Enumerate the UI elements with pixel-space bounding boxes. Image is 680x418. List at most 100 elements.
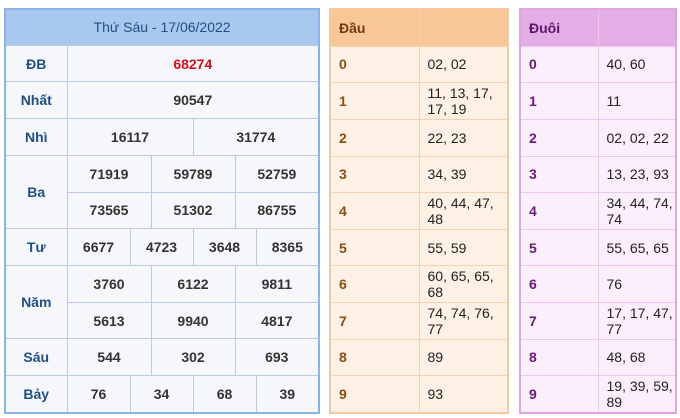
prize-row-g7: Bảy 76 34 68 39 — [4, 375, 320, 414]
duoi-key: 5 — [520, 229, 599, 267]
prize-value: 4723 — [129, 228, 194, 267]
dau-row: 4 40, 44, 47, 48 — [330, 192, 508, 230]
prize-row-g1: Nhất 90547 — [4, 81, 320, 120]
prize-label: Tư — [4, 228, 68, 267]
dau-header-blank — [419, 9, 508, 47]
prize-value: 5613 — [66, 301, 152, 340]
dau-key: 7 — [330, 302, 420, 340]
duoi-value: 17, 17, 47, 77 — [598, 302, 676, 340]
duoi-value: 34, 44, 74, 74 — [598, 192, 676, 230]
prize-value: 34 — [129, 375, 194, 414]
duoi-key: 2 — [520, 119, 599, 157]
special-prize-value: 68274 — [66, 44, 320, 83]
prize-label: Năm — [4, 265, 68, 340]
prize-label: Sáu — [4, 338, 68, 377]
prize-value: 3760 — [66, 265, 152, 303]
prize-row-g5: Năm 3760 6122 9811 — [4, 265, 320, 340]
dau-row: 6 60, 65, 65, 68 — [330, 265, 508, 304]
dau-value: 60, 65, 65, 68 — [419, 265, 508, 304]
dau-value: 22, 23 — [419, 119, 508, 157]
prize-value: 68 — [192, 375, 257, 414]
prize-value: 9940 — [150, 301, 236, 340]
duoi-row: 9 19, 39, 59, 89 — [520, 375, 676, 414]
dau-value: 02, 02 — [419, 46, 508, 84]
dau-key: 6 — [330, 265, 420, 304]
prize-value: 6122 — [150, 265, 236, 303]
duoi-row: 8 48, 68 — [520, 339, 676, 377]
dau-table: Đầu 0 02, 02 1 11, 13, 17, 17, 19 2 22, 23 … — [329, 8, 509, 414]
dau-key: 0 — [330, 46, 420, 84]
prize-value: 71919 — [66, 154, 152, 193]
prize-value: 16117 — [66, 118, 194, 156]
duoi-table: Đuôi 0 40, 60 1 11 2 02, 02, 22 3 13, 23, 93… — [519, 8, 677, 414]
dau-row: 8 89 — [330, 339, 508, 377]
dau-header: Đầu — [330, 9, 420, 47]
dau-value: 93 — [419, 375, 508, 414]
dau-row: 7 74, 74, 76, 77 — [330, 302, 508, 340]
dau-row: 0 02, 02 — [330, 46, 508, 84]
dau-key: 3 — [330, 156, 420, 194]
prize-value: 90547 — [66, 81, 320, 120]
duoi-key: 3 — [520, 156, 599, 194]
duoi-row: 2 02, 02, 22 — [520, 119, 676, 157]
dau-key: 5 — [330, 229, 420, 267]
prize-label: Bảy — [4, 375, 68, 414]
duoi-row: 0 40, 60 — [520, 46, 676, 84]
prize-value: 302 — [150, 338, 236, 377]
duoi-key: 0 — [520, 46, 599, 84]
duoi-key: 7 — [520, 302, 599, 340]
prize-value: 76 — [66, 375, 131, 414]
duoi-key: 4 — [520, 192, 599, 230]
dau-row: 3 34, 39 — [330, 156, 508, 194]
prize-label: Nhất — [4, 81, 68, 120]
prize-row-g2: Nhì 16117 31774 — [4, 118, 320, 156]
duoi-row: 5 55, 65, 65 — [520, 229, 676, 267]
prize-value: 59789 — [150, 154, 236, 193]
prize-value: 4817 — [234, 301, 320, 340]
duoi-row: 6 76 — [520, 265, 676, 304]
dau-key: 4 — [330, 192, 420, 230]
duoi-value: 19, 39, 59, 89 — [598, 375, 676, 414]
duoi-value: 40, 60 — [598, 46, 676, 84]
dau-value: 74, 74, 76, 77 — [419, 302, 508, 340]
prize-row-g4: Tư 6677 4723 3648 8365 — [4, 228, 320, 267]
duoi-value: 76 — [598, 265, 676, 304]
prize-row-db: ĐB 68274 — [4, 44, 320, 83]
duoi-value: 02, 02, 22 — [598, 119, 676, 157]
prize-value: 86755 — [234, 191, 320, 230]
dau-row: 9 93 — [330, 375, 508, 414]
duoi-value: 48, 68 — [598, 339, 676, 377]
dau-value: 34, 39 — [419, 156, 508, 194]
prize-value: 8365 — [255, 228, 320, 267]
prize-label: Nhì — [4, 118, 68, 156]
dau-value: 11, 13, 17, 17, 19 — [419, 82, 508, 120]
duoi-header-blank — [598, 9, 676, 47]
duoi-key: 1 — [520, 82, 599, 120]
duoi-row: 7 17, 17, 47, 77 — [520, 302, 676, 340]
dau-key: 9 — [330, 375, 420, 414]
prize-value: 3648 — [192, 228, 257, 267]
duoi-header: Đuôi — [520, 9, 599, 47]
prize-value: 6677 — [66, 228, 131, 267]
prize-value: 51302 — [150, 191, 236, 230]
duoi-key: 6 — [520, 265, 599, 304]
dau-row: 1 11, 13, 17, 17, 19 — [330, 82, 508, 120]
prize-value: 39 — [255, 375, 320, 414]
dau-value: 40, 44, 47, 48 — [419, 192, 508, 230]
prize-value: 52759 — [234, 154, 320, 193]
prize-row-g6: Sáu 544 302 693 — [4, 338, 320, 377]
dau-value: 55, 59 — [419, 229, 508, 267]
dau-row: 2 22, 23 — [330, 119, 508, 157]
prize-value: 693 — [234, 338, 320, 377]
results-table: Thứ Sáu - 17/06/2022 ĐB 68274 Nhất 90547… — [4, 8, 321, 414]
duoi-key: 8 — [520, 339, 599, 377]
prize-value: 9811 — [234, 265, 320, 303]
duoi-row: 4 34, 44, 74, 74 — [520, 192, 676, 230]
dau-value: 89 — [419, 339, 508, 377]
prize-label: Ba — [4, 154, 68, 230]
duoi-key: 9 — [520, 375, 599, 414]
dau-key: 8 — [330, 339, 420, 377]
prize-value: 544 — [66, 338, 152, 377]
duoi-row: 3 13, 23, 93 — [520, 156, 676, 194]
prize-row-g3: Ba 71919 59789 52759 — [4, 154, 320, 230]
